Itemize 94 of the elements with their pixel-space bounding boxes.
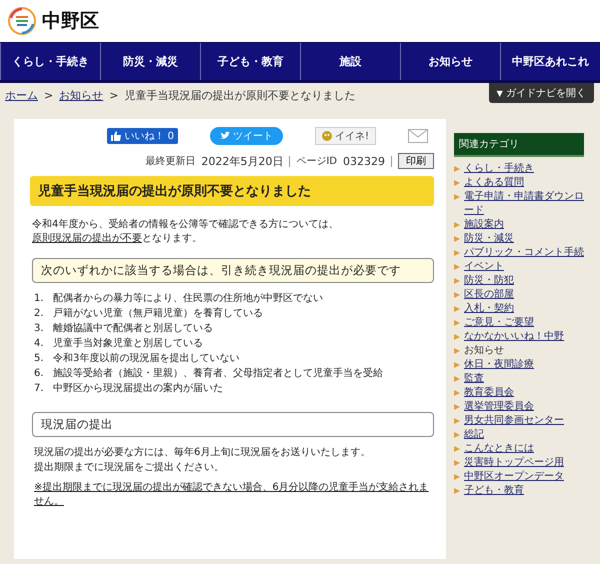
sidebar-link[interactable]: 監査	[464, 372, 484, 386]
body-text: 現況届の提出が必要な方には、毎年6月上旬に現況届をお送りいたします。	[34, 446, 372, 460]
triangle-bullet-icon	[454, 292, 460, 298]
breadcrumb-separator: >	[44, 89, 54, 102]
triangle-bullet-icon	[454, 432, 460, 438]
sidebar-link[interactable]: 防災・防犯	[464, 274, 514, 288]
triangle-bullet-icon	[454, 488, 460, 494]
logo-icon	[7, 6, 37, 36]
inline-link[interactable]: 原則現況届の提出が不要	[32, 233, 142, 244]
sidebar-link[interactable]: パブリック・コメント手続	[464, 246, 584, 260]
sidebar-heading: 関連カテゴリ	[454, 133, 584, 157]
triangle-bullet-icon	[454, 264, 460, 270]
mail-icon[interactable]	[408, 129, 428, 143]
breadcrumb-link[interactable]: ホーム	[5, 88, 38, 103]
triangle-bullet-icon	[454, 320, 460, 326]
nav-tab[interactable]: 子ども・教育	[200, 43, 300, 80]
page-id: 032329	[343, 154, 385, 168]
sidebar-link[interactable]: 区長の部屋	[464, 288, 514, 302]
triangle-bullet-icon	[454, 180, 460, 186]
sidebar-link[interactable]: よくある質問	[464, 176, 524, 190]
list-item-text: 中野区から現況届提出の案内が届いた	[53, 382, 223, 396]
thumbs-up-icon	[111, 131, 122, 141]
breadcrumb-link[interactable]: お知らせ	[59, 88, 104, 103]
sidebar-link[interactable]: 電子申請・申請書ダウンロード	[464, 190, 584, 218]
list-item-text: 戸籍がない児童（無戸籍児童）を養育している	[53, 306, 263, 321]
page-title: 児童手当現況届の提出が原則不要となりました	[30, 176, 434, 206]
triangle-bullet-icon	[454, 306, 460, 312]
list-number: 1.	[34, 292, 45, 306]
triangle-bullet-icon	[454, 278, 460, 284]
list-item-text: 施設等受給者（施設・里親）、養育者、父母指定者として児童手当を受給	[53, 366, 383, 381]
list-number: 4.	[34, 337, 45, 351]
sidebar-link[interactable]: 教育委員会	[464, 386, 514, 400]
updated-date: 2022年5月20日	[201, 154, 284, 168]
triangle-bullet-icon	[454, 474, 460, 480]
sidebar-link[interactable]: 施設案内	[464, 218, 504, 232]
list-item-text: 令和3年度以前の現況届を提出していない	[53, 352, 240, 366]
sidebar-link[interactable]: お知らせ	[464, 344, 504, 358]
triangle-bullet-icon	[454, 348, 460, 354]
triangle-bullet-icon	[454, 250, 460, 256]
list-number: 5.	[34, 352, 45, 366]
list-number: 7.	[34, 382, 45, 396]
nav-tab[interactable]: 防災・減災	[100, 43, 200, 80]
list-number: 2.	[34, 307, 45, 321]
sidebar-link[interactable]: くらし・手続き	[464, 162, 534, 176]
site-logo-text[interactable]: 中野区	[42, 8, 99, 34]
sidebar-link[interactable]: 子ども・教育	[464, 484, 524, 498]
triangle-bullet-icon	[454, 418, 460, 424]
list-number: 6.	[34, 367, 45, 381]
triangle-bullet-icon	[454, 236, 460, 242]
triangle-bullet-icon	[454, 222, 460, 228]
intro-paragraph: 令和4年度から、受給者の情報を公簿等で確認できる方については、 原則現況届の提出が不要となります。	[32, 218, 340, 246]
sidebar-link[interactable]: 中野区オープンデータ	[464, 470, 564, 484]
guide-navi-button[interactable]: ▼ ガイドナビを開く	[488, 83, 594, 103]
updated-label: 最終更新日	[145, 154, 196, 168]
list-item-text: 離婚協議中で配偶者と別居している	[53, 322, 213, 336]
sidebar-link[interactable]: 選挙管理委員会	[464, 400, 534, 414]
body-text: 提出期限までに現況届をご提出ください。	[34, 460, 225, 475]
breadcrumb-current: 児童手当現況届の提出が原則不要となりました	[124, 88, 356, 103]
triangle-bullet-icon	[454, 446, 460, 452]
list-item-text: 児童手当対象児童と別居している	[53, 336, 203, 351]
triangle-bullet-icon	[454, 194, 460, 200]
triangle-bullet-icon	[454, 334, 460, 340]
sidebar-link[interactable]: 総記	[464, 428, 484, 442]
section-heading: 次のいずれかに該当する場合は、引き続き現況届の提出が必要です	[32, 258, 434, 283]
triangle-bullet-icon	[454, 460, 460, 466]
sidebar-link[interactable]: 入札・契約	[464, 302, 514, 316]
sidebar-link[interactable]: 休日・夜間診療	[464, 358, 534, 372]
triangle-bullet-icon	[454, 390, 460, 396]
list-item-text: 配偶者からの暴力等により、住民票の住所地が中野区でない	[53, 292, 323, 306]
nav-tab[interactable]: くらし・手続き	[0, 43, 100, 80]
print-button[interactable]: 印刷	[398, 153, 434, 169]
sidebar-link[interactable]: 男女共同参画センター	[464, 414, 564, 428]
nav-tab[interactable]: 施設	[300, 43, 400, 80]
triangle-bullet-icon	[454, 362, 460, 368]
sidebar-link[interactable]: ご意見・ご要望	[464, 316, 534, 330]
section-heading: 現況届の提出	[32, 412, 434, 437]
sidebar-link[interactable]: 防災・減災	[464, 232, 514, 246]
mixi-check-button[interactable]: イイネ!	[314, 127, 376, 145]
triangle-bullet-icon	[454, 166, 460, 172]
sidebar-link[interactable]: イベント	[464, 260, 504, 274]
sidebar-link[interactable]: こんなときには	[464, 442, 534, 456]
nav-tab[interactable]: お知らせ	[400, 43, 500, 80]
like-button[interactable]: いいね！ 0	[107, 128, 178, 144]
sidebar-link[interactable]: 災害時トップページ用	[464, 456, 564, 470]
sidebar-link[interactable]: なかなかいいね！中野	[464, 330, 564, 344]
note-link[interactable]: ※提出期限までに現況届の提出が確認できない場合、6月分以降の児童手当が支給されません。	[34, 481, 434, 509]
list-number: 3.	[34, 322, 45, 336]
triangle-bullet-icon	[454, 376, 460, 382]
nav-tab[interactable]: 中野区あれこれ	[500, 43, 600, 80]
smiley-icon	[322, 131, 332, 141]
bird-icon	[220, 131, 230, 141]
page-id-label: ページID	[296, 155, 337, 168]
breadcrumb-separator: >	[109, 89, 118, 102]
triangle-bullet-icon	[454, 404, 460, 410]
